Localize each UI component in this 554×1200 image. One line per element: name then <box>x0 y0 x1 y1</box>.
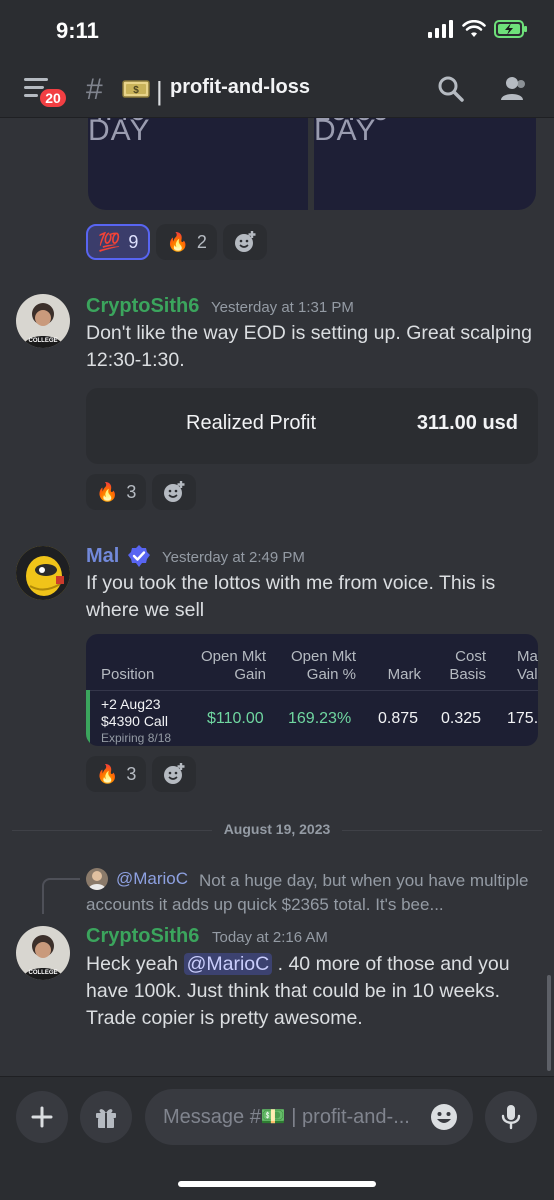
notification-badge: 20 <box>38 87 68 109</box>
channel-separator: | <box>156 76 163 106</box>
home-indicator <box>178 1181 376 1187</box>
table-cell-gain-pct: 169.23% <box>288 710 352 727</box>
svg-text:COLLEGE: COLLEGE <box>28 970 57 976</box>
image-embed-right[interactable]: 10.00 DAY <box>314 118 536 210</box>
message-list[interactable]: 4.40 DAY 10.00 DAY 💯 9 🔥 2 <box>0 118 554 1076</box>
gift-icon <box>96 1109 116 1128</box>
profit-embed[interactable]: Realized Profit 311.00 usd <box>86 388 538 464</box>
user-avatar-icon <box>16 546 70 600</box>
add-reaction-icon <box>164 481 185 502</box>
table-cell-gain: $110.00 <box>207 710 264 727</box>
avatar[interactable]: COLLEGE <box>16 294 70 348</box>
money-bag-emoji-icon: $ <box>122 80 150 98</box>
cellular-signal-icon <box>428 20 453 38</box>
message-author[interactable]: Mal <box>86 545 119 568</box>
plus-icon <box>31 1106 53 1128</box>
table-header-gain: Open Mkt Gain <box>200 648 266 683</box>
svg-text:$: $ <box>133 85 139 96</box>
fire-emoji-icon: 🔥 <box>96 481 119 502</box>
search-icon[interactable] <box>436 74 466 104</box>
image-text-label: DAY <box>314 118 377 147</box>
table-cell-cost-basis: 0.325 <box>441 710 482 727</box>
reaction-bar: 🔥 3 <box>86 474 197 510</box>
date-divider: August 19, 2023 <box>0 821 554 837</box>
avatar[interactable] <box>16 546 70 600</box>
image-text-label: DAY <box>88 118 151 147</box>
hundred-emoji-icon: 💯 <box>98 231 121 252</box>
table-header-cost-basis: Cost Basis <box>449 648 486 683</box>
channel-hash-icon: # <box>86 73 103 106</box>
message-author[interactable]: CryptoSith6 <box>86 295 199 318</box>
reaction-count: 9 <box>128 231 139 252</box>
message-placeholder: Message #💵 | profit-and-... <box>163 1106 410 1128</box>
members-icon[interactable] <box>498 74 528 104</box>
scrollbar[interactable] <box>547 975 551 1071</box>
wifi-icon <box>462 20 486 37</box>
table-cell-mark: 0.875 <box>378 710 419 727</box>
table-header-gain-pct: Open Mkt Gain % <box>290 648 356 683</box>
message-text: Heck yeah @MarioC . 40 more of those and… <box>86 953 510 1029</box>
status-icons <box>428 20 528 38</box>
image-embed-left[interactable]: 4.40 DAY <box>88 118 308 210</box>
user-avatar-icon: COLLEGE <box>16 294 70 348</box>
row-accent <box>86 690 90 746</box>
message-text: If you took the lottos with me from voic… <box>86 572 496 621</box>
reaction-fire[interactable]: 🔥 2 <box>156 224 217 260</box>
row-divider <box>90 690 538 691</box>
message-timestamp: Yesterday at 2:49 PM <box>162 549 305 566</box>
message-timestamp: Yesterday at 1:31 PM <box>211 299 354 316</box>
table-cell-mark-val: 175.0 <box>507 710 538 727</box>
channel-header: 20 # $ | profit-and-loss <box>0 60 554 118</box>
message-input[interactable]: Message #💵 | profit-and-... <box>145 1089 473 1145</box>
table-header-position: Position <box>101 666 155 683</box>
reaction-fire[interactable]: 🔥 3 <box>86 756 147 792</box>
voice-message-button[interactable] <box>485 1091 537 1143</box>
positions-table-embed[interactable]: Position Open Mkt Gain Open Mkt Gain % Mar… <box>86 634 538 746</box>
fire-emoji-icon: 🔥 <box>96 763 119 784</box>
add-reaction-icon <box>164 763 185 784</box>
attach-button[interactable] <box>16 1091 68 1143</box>
avatar[interactable]: COLLEGE <box>16 926 70 980</box>
status-bar: 9:11 <box>0 0 554 60</box>
add-reaction-button[interactable] <box>152 756 197 792</box>
svg-text:COLLEGE: COLLEGE <box>28 338 57 344</box>
microphone-icon <box>501 1105 521 1130</box>
verified-badge-icon <box>128 545 150 567</box>
user-mention[interactable]: @MarioC <box>183 953 273 975</box>
reaction-fire[interactable]: 🔥 3 <box>86 474 147 510</box>
table-header-mark: Mark <box>387 666 421 683</box>
reply-author[interactable]: @MarioC <box>116 869 188 889</box>
fire-emoji-icon: 🔥 <box>166 231 189 252</box>
reaction-bar: 🔥 3 <box>86 756 197 792</box>
table-row-position: +2 Aug23 $4390 Call Expiring 8/18 <box>101 696 172 745</box>
message-author[interactable]: CryptoSith6 <box>86 925 199 948</box>
battery-charging-icon <box>494 20 527 38</box>
reaction-count: 3 <box>126 763 137 784</box>
table-header-mark-val: MarkVal <box>517 648 538 683</box>
emoji-picker-icon[interactable] <box>429 1102 459 1132</box>
reaction-count: 3 <box>126 481 137 502</box>
add-reaction-button[interactable] <box>152 474 197 510</box>
user-avatar-icon: COLLEGE <box>16 926 70 980</box>
message-timestamp: Today at 2:16 AM <box>212 929 328 946</box>
gift-button[interactable] <box>80 1091 132 1143</box>
reply-connector <box>42 878 80 914</box>
status-time: 9:11 <box>56 18 99 43</box>
channel-name[interactable]: profit-and-loss <box>170 76 310 99</box>
add-reaction-button[interactable] <box>222 224 267 260</box>
reaction-count: 2 <box>196 231 207 252</box>
add-reaction-icon <box>234 231 256 252</box>
profit-label: Realized Profit <box>186 412 317 434</box>
reaction-hundred[interactable]: 💯 9 <box>86 224 151 260</box>
profit-value: 311.00 usd <box>416 412 518 434</box>
reaction-bar: 💯 9 🔥 2 <box>86 224 267 260</box>
message-text: Don't like the way EOD is setting up. Gr… <box>86 322 532 371</box>
